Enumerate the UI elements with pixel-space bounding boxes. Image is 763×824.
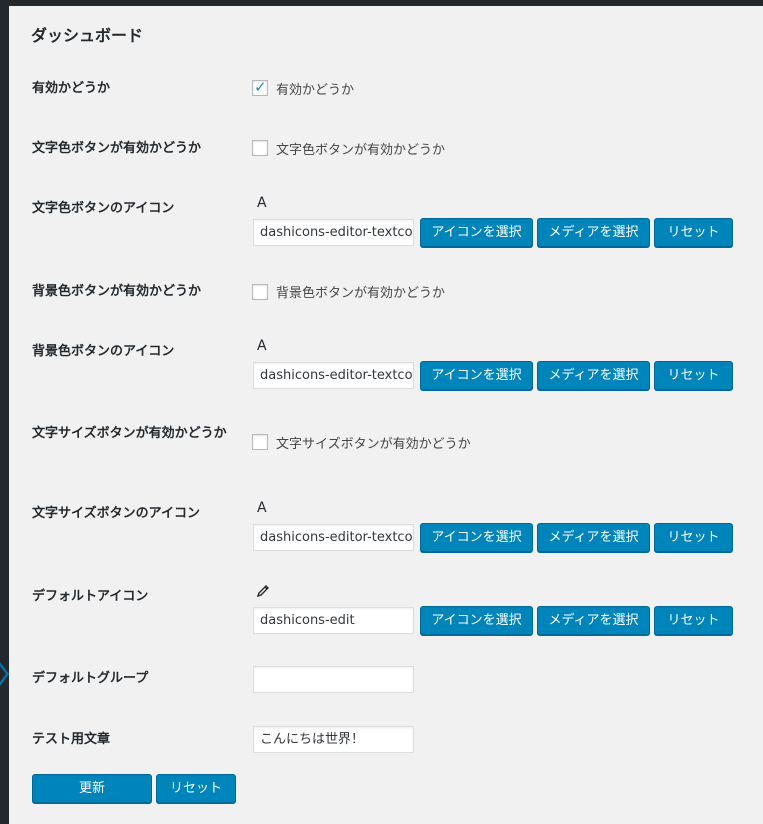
select-media-button[interactable]: メディアを選択 xyxy=(537,523,650,552)
size-icon-input[interactable]: dashicons-editor-textcol xyxy=(253,524,414,551)
bg-icon-input[interactable]: dashicons-editor-textcol xyxy=(253,362,414,389)
row-label: 背景色ボタンが有効かどうか xyxy=(32,284,202,299)
reset-all-button[interactable]: リセット xyxy=(156,774,236,803)
update-button[interactable]: 更新 xyxy=(32,774,152,803)
select-icon-button[interactable]: アイコンを選択 xyxy=(420,523,533,552)
row-label: 文字サイズボタンのアイコン xyxy=(32,506,200,521)
row-label: 有効かどうか xyxy=(32,81,111,96)
reset-button[interactable]: リセット xyxy=(654,361,733,390)
row-label: デフォルトグループ xyxy=(32,671,149,686)
color-enabled-checkbox[interactable] xyxy=(252,140,268,156)
bg-enabled-checkbox[interactable] xyxy=(252,284,268,300)
row-label: 文字サイズボタンが有効かどうか xyxy=(32,426,227,441)
select-icon-button[interactable]: アイコンを選択 xyxy=(420,361,533,390)
size-enabled-checkbox-label[interactable]: 文字サイズボタンが有効かどうか xyxy=(276,433,471,452)
text-color-icon: A xyxy=(257,500,267,516)
row-label: デフォルトアイコン xyxy=(32,589,149,604)
bg-enabled-checkbox-label[interactable]: 背景色ボタンが有効かどうか xyxy=(276,282,445,301)
default-group-input[interactable] xyxy=(253,666,414,693)
select-media-button[interactable]: メディアを選択 xyxy=(537,606,650,635)
select-icon-button[interactable]: アイコンを選択 xyxy=(420,218,533,247)
text-color-icon: A xyxy=(257,195,267,211)
size-enabled-checkbox[interactable] xyxy=(252,434,268,450)
select-icon-button[interactable]: アイコンを選択 xyxy=(420,606,533,635)
page-title: ダッシュボード xyxy=(31,26,144,45)
select-media-button[interactable]: メディアを選択 xyxy=(537,361,650,390)
row-label: 文字色ボタンが有効かどうか xyxy=(32,141,202,156)
enabled-checkbox-label[interactable]: 有効かどうか xyxy=(276,79,354,98)
color-icon-input[interactable]: dashicons-editor-textcol xyxy=(253,219,414,246)
settings-content: ダッシュボード 有効かどうか ✓ 有効かどうか 文字色ボタンが有効かどうか 文字… xyxy=(9,6,763,824)
row-label: 背景色ボタンのアイコン xyxy=(32,344,175,359)
reset-button[interactable]: リセット xyxy=(654,523,733,552)
color-enabled-checkbox-label[interactable]: 文字色ボタンが有効かどうか xyxy=(276,139,445,158)
pencil-icon xyxy=(256,585,269,598)
enabled-checkbox[interactable]: ✓ xyxy=(252,78,268,96)
select-media-button[interactable]: メディアを選択 xyxy=(537,218,650,247)
test-text-input[interactable]: こんにちは世界！ xyxy=(253,726,414,753)
row-label: 文字色ボタンのアイコン xyxy=(32,201,175,216)
default-icon-input[interactable]: dashicons-edit xyxy=(253,607,414,634)
text-color-icon: A xyxy=(257,338,267,354)
admin-side-menu-edge xyxy=(0,6,9,824)
row-label: テスト用文章 xyxy=(32,732,111,747)
reset-button[interactable]: リセット xyxy=(654,606,733,635)
reset-button[interactable]: リセット xyxy=(654,218,733,247)
checkmark-icon: ✓ xyxy=(254,78,267,96)
